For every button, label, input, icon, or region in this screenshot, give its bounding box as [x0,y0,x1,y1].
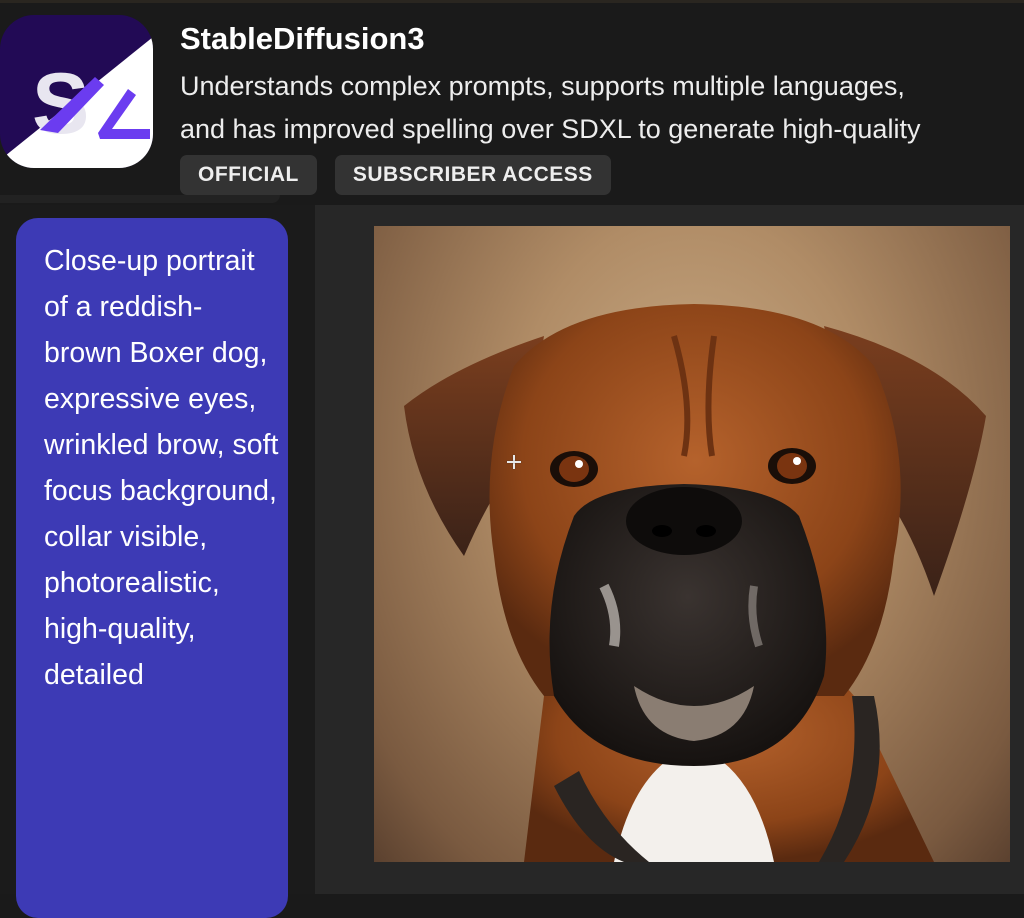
official-badge: OFFICIAL [180,155,317,195]
bot-description-line-2: and has improved spelling over SDXL to g… [180,114,921,144]
bot-header: S StableDiffusion3 Understands complex p… [0,3,1024,203]
prompt-panel: Close-up portrait of a reddish-brown Box… [0,205,315,918]
bot-description-line-1: Understands complex prompts, supports mu… [180,71,905,101]
image-panel [315,205,1024,894]
user-prompt-text: Close-up portrait of a reddish-brown Box… [44,245,279,691]
bot-title: StableDiffusion3 [180,21,425,56]
stable-diffusion-logo-icon[interactable]: S [0,15,153,168]
generated-image[interactable] [374,226,1010,862]
crosshair-cursor-icon [507,455,521,469]
boxer-dog-illustration [404,304,986,862]
subscriber-access-badge: SUBSCRIBER ACCESS [334,155,611,195]
user-message-bubble: Close-up portrait of a reddish-brown Box… [16,218,288,918]
divider [0,195,280,203]
bot-description: Understands complex prompts, supports mu… [180,65,1024,151]
badge-row: OFFICIAL SUBSCRIBER ACCESS [180,155,611,195]
